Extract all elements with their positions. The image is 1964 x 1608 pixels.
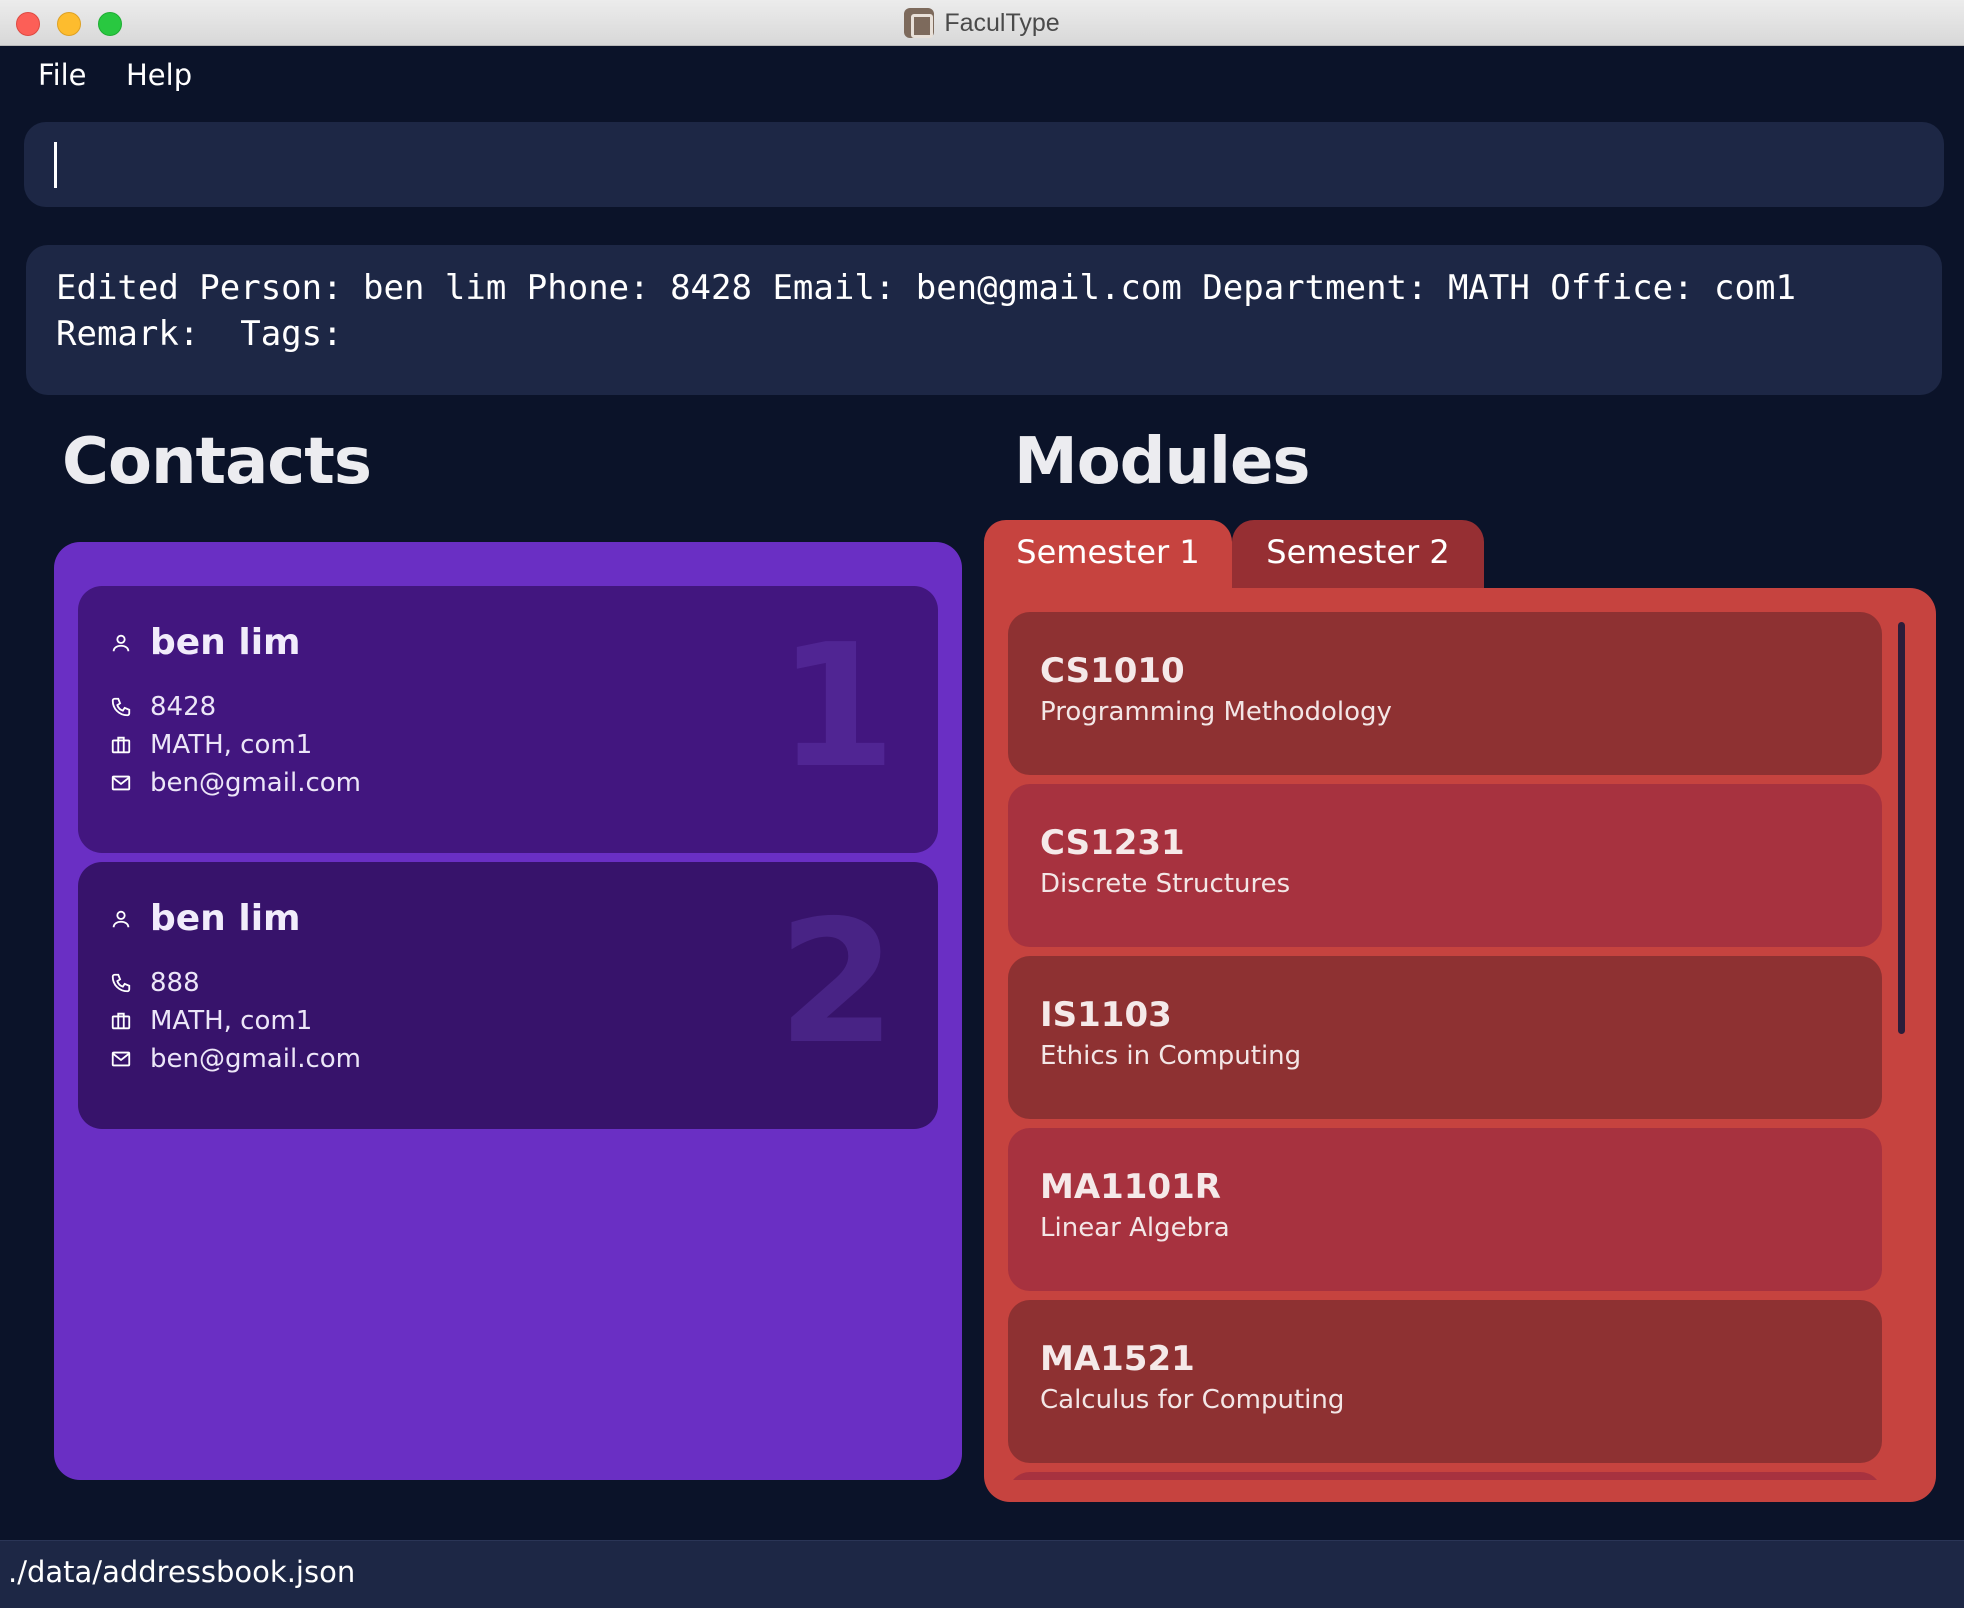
modules-list-panel: CS1010 Programming Methodology CS1231 Di… [984,588,1936,1502]
mail-icon [108,1046,134,1072]
module-list[interactable]: CS1010 Programming Methodology CS1231 Di… [1008,612,1882,1480]
person-email: ben@gmail.com [150,1044,361,1074]
person-name: ben lim [150,622,301,663]
module-card[interactable]: MA1101R Linear Algebra [1008,1128,1882,1291]
module-name: Ethics in Computing [1040,1041,1302,1071]
briefcase-icon [108,1008,134,1034]
person-icon [108,906,134,932]
module-code: MA1521 [1040,1339,1195,1379]
phone-icon [108,970,134,996]
tab-semester-2[interactable]: Semester 2 [1232,520,1484,590]
contacts-list-panel: 1 ben lim 8428 MATH, com1 ben@gmail.com [54,542,962,1480]
module-card[interactable]: CS1231 Discrete Structures [1008,784,1882,947]
person-index: 2 [777,884,896,1082]
text-caret [54,142,57,188]
module-name: Discrete Structures [1040,869,1291,899]
result-display: Edited Person: ben lim Phone: 8428 Email… [26,245,1942,395]
person-phone: 8428 [150,692,217,722]
phone-icon [108,694,134,720]
module-card[interactable]: CS1010 Programming Methodology [1008,612,1882,775]
module-name: Linear Algebra [1040,1213,1230,1243]
menu-help[interactable]: Help [122,58,196,92]
module-list-scrollbar[interactable] [1898,622,1905,1034]
person-email: ben@gmail.com [150,768,361,798]
module-code: MA1101R [1040,1167,1221,1207]
person-department-office: MATH, com1 [150,730,313,760]
menu-bar: File Help [0,46,1964,110]
tab-semester-1[interactable]: Semester 1 [984,520,1232,590]
person-icon [108,630,134,656]
modules-heading: Modules [1014,425,1310,499]
module-card[interactable]: IS1103 Ethics in Computing [1008,956,1882,1119]
person-name: ben lim [150,898,301,939]
person-phone: 888 [150,968,200,998]
person-card[interactable]: 1 ben lim 8428 MATH, com1 ben@gmail.com [78,586,938,853]
module-code: CS1231 [1040,823,1185,863]
module-card-partial[interactable] [1008,1472,1882,1480]
save-location-path: ./data/addressbook.json [8,1555,356,1589]
window-titlebar: FaculType [0,0,1964,46]
window-title-container: FaculType [0,0,1964,46]
status-bar: ./data/addressbook.json [0,1540,1964,1608]
module-card[interactable]: MA1521 Calculus for Computing [1008,1300,1882,1463]
window-title: FaculType [944,8,1060,37]
person-index: 1 [777,608,896,806]
person-department-office: MATH, com1 [150,1006,313,1036]
menu-file[interactable]: File [34,58,91,92]
command-input[interactable] [24,122,1944,207]
app-icon [904,8,935,38]
module-code: CS1010 [1040,651,1185,691]
person-card[interactable]: 2 ben lim 888 MATH, com1 ben@gmail.com [78,862,938,1129]
module-name: Calculus for Computing [1040,1385,1345,1415]
contacts-heading: Contacts [62,425,372,499]
briefcase-icon [108,732,134,758]
module-code: IS1103 [1040,995,1172,1035]
mail-icon [108,770,134,796]
module-name: Programming Methodology [1040,697,1392,727]
